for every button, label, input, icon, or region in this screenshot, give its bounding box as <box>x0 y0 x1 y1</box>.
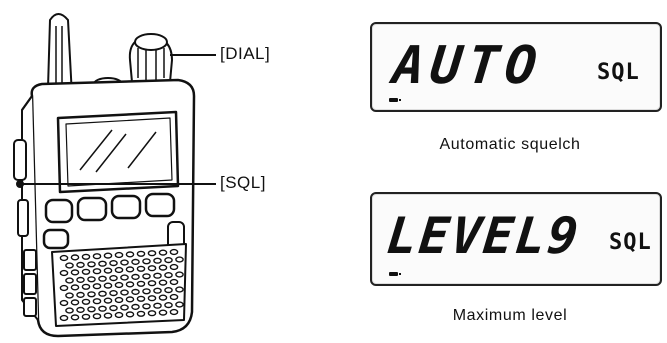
dial-knob[interactable] <box>128 33 173 83</box>
caption-automatic-squelch: Automatic squelch <box>439 136 581 153</box>
lcd-display-auto: AUTO SQL <box>370 22 662 112</box>
lcd-main-text: AUTO <box>390 36 546 96</box>
lcd-sql-indicator: SQL <box>597 60 640 85</box>
sql-callout-label: [SQL] <box>220 173 266 192</box>
lcd-display-level: LEVEL9 SQL <box>370 192 662 286</box>
lcd-sql-indicator: SQL <box>609 230 652 255</box>
dial-callout-label: [DIAL] <box>220 44 271 63</box>
squelch-diagram: [DIAL] [SQL] AUTO SQL Automatic squelch … <box>0 0 667 343</box>
lcd-main-text: LEVEL9 <box>384 207 583 265</box>
caption-maximum-level: Maximum level <box>452 307 568 324</box>
radio-lcd-window <box>56 110 180 194</box>
battery-icon <box>389 272 401 276</box>
battery-icon <box>389 98 401 102</box>
